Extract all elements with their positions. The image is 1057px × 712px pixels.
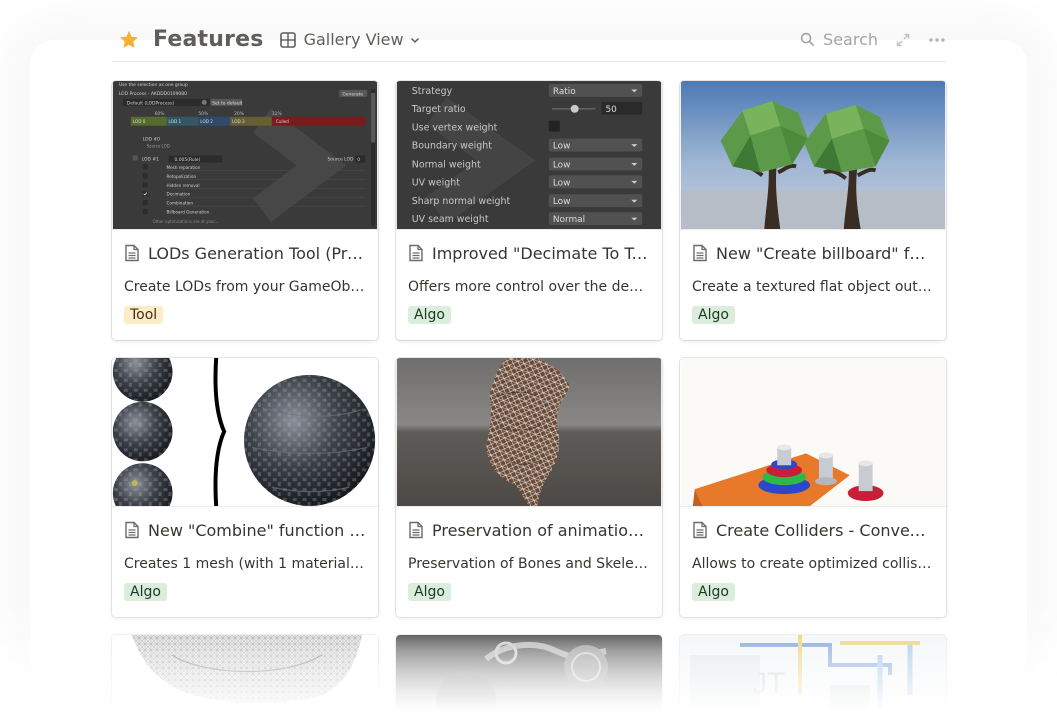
card-title: New "Combine" function in ...: [148, 520, 366, 540]
card-title: Improved "Decimate To Targ...: [432, 243, 650, 263]
expand-icon[interactable]: [894, 31, 912, 49]
thumb1-percent-2: 20%: [234, 111, 244, 117]
thumb1-step-4: Combination: [167, 201, 194, 206]
thumb2-value-strategy: Ratio: [553, 87, 576, 97]
card-description: Offers more control over the decimat...: [408, 279, 662, 295]
thumb1-source-lod-label: Source LOD: [327, 156, 354, 162]
card-description: Allows to create optimized collision ...: [692, 556, 946, 572]
jt-scene-thumbnail: JT: [680, 635, 946, 712]
thumb2-label-sharp-normal: Sharp normal weight: [412, 196, 511, 207]
search-button[interactable]: Search: [800, 30, 878, 49]
card-description: Create a textured flat object out of a .…: [692, 279, 946, 295]
thumb1-footer: Other optimizations are at your...: [153, 219, 219, 224]
thumb2-label-uv-seam: UV seam weight: [412, 214, 489, 225]
thumb1-percent-3: 11%: [272, 111, 282, 117]
card-title: LODs Generation Tool (Previ...: [148, 243, 366, 263]
card-description: Create LODs from your GameObjects ...: [124, 279, 378, 295]
thumb1-generate-label: Generate: [342, 91, 363, 97]
thumb2-value-sharp-normal: Low: [553, 197, 571, 207]
thumb1-lod1-label: LOD #1: [142, 156, 159, 162]
tag-algo: Algo: [692, 583, 735, 601]
thumb1-percent-0: 60%: [155, 111, 165, 117]
gallery-card-create-billboard[interactable]: New "Create billboard" func... Create a …: [680, 81, 946, 340]
more-options-icon[interactable]: [928, 31, 946, 49]
thumb1-lod-bar-0: LOD 0: [133, 119, 146, 124]
page-icon: [408, 244, 424, 262]
thumb1-step-1: Retopolization: [167, 174, 197, 179]
gallery-card-combine-function[interactable]: New "Combine" function in ... Creates 1 …: [112, 358, 378, 617]
thumb1-step-3: Decimation: [167, 192, 191, 197]
gallery-card-decimate-to-target[interactable]: Strategy Target ratio Use vertex weight …: [396, 81, 662, 340]
thumb1-step-2: Hidden removal: [167, 183, 200, 188]
tag-algo: Algo: [692, 306, 735, 324]
gallery-card-partial-3[interactable]: JT: [680, 635, 946, 712]
tag-algo: Algo: [124, 583, 167, 601]
thumb1-lod1-value: 0.005(Rule): [174, 157, 200, 163]
jt-logo-text: JT: [752, 667, 785, 700]
gallery-card-preservation-of-animations[interactable]: Preservation of animations ... Preservat…: [396, 358, 662, 617]
engine-render-thumbnail: [396, 635, 662, 712]
thumb1-lod-label: LOD #0: [143, 137, 160, 143]
thumb1-set-default-label: Set to default: [212, 100, 243, 106]
lods-tool-screenshot-thumbnail: Use the selection as one group LOD Proce…: [112, 81, 378, 230]
thumb1-lod-bar-1: LOD 1: [169, 119, 182, 124]
chevron-down-icon: [409, 34, 421, 46]
thumb2-label-normal-weight: Normal weight: [412, 159, 481, 170]
card-description: Preservation of Bones and Skeleton o...: [408, 556, 662, 572]
card-title: Create Colliders - Convex d...: [716, 520, 934, 540]
thumb2-value-normal: Low: [553, 160, 571, 170]
thumb1-step-0: Mesh reparation: [167, 165, 201, 170]
gallery-card-lods-generation-tool[interactable]: Use the selection as one group LOD Proce…: [112, 81, 378, 340]
view-switcher-label: Gallery View: [303, 30, 404, 49]
page-icon: [124, 244, 140, 262]
page-icon: [692, 521, 708, 539]
thumb2-value-uv-seam: Normal: [553, 215, 585, 225]
thumb2-label-target-ratio: Target ratio: [411, 104, 466, 115]
animated-mesh-thumbnail: [396, 358, 662, 507]
page-icon: [692, 244, 708, 262]
thumb2-label-vertex-weight: Use vertex weight: [412, 123, 498, 134]
combine-spheres-thumbnail: [112, 358, 378, 507]
gallery-card-partial-1[interactable]: [112, 635, 378, 712]
gallery-view-icon: [279, 31, 296, 48]
thumb1-lod-bar-2: LOD 2: [200, 119, 213, 124]
page-icon: [124, 521, 140, 539]
search-label: Search: [823, 30, 878, 49]
card-description: Creates 1 mesh (with 1 material + tex...: [124, 556, 378, 572]
mesh-torso-thumbnail: [112, 635, 378, 712]
thumb1-lod-bar-4: Culled: [276, 119, 289, 124]
tag-tool: Tool: [124, 306, 164, 324]
card-title: New "Create billboard" func...: [716, 243, 934, 263]
gallery-grid: Use the selection as one group LOD Proce…: [112, 81, 946, 712]
thumb2-value-uv: Low: [553, 178, 571, 188]
thumb2-value-target-ratio: 50: [605, 105, 617, 115]
thumb2-label-strategy: Strategy: [412, 86, 453, 97]
billboard-trees-thumbnail: [680, 81, 946, 230]
thumb1-default-label: Default (LODProcess): [127, 100, 175, 106]
tag-algo: Algo: [408, 306, 451, 324]
page-icon: [408, 521, 424, 539]
database-header: Features Gallery View Search: [112, 18, 946, 62]
thumb1-lod-bar-3: LOD 3: [232, 119, 245, 124]
thumb1-percent-1: 50%: [198, 111, 208, 117]
card-title: Preservation of animations ...: [432, 520, 650, 540]
gallery-card-create-colliders[interactable]: Create Colliders - Convex d... Allows to…: [680, 358, 946, 617]
gallery-card-partial-2[interactable]: [396, 635, 662, 712]
thumb1-source-label: Source LOD: [147, 144, 170, 149]
thumb1-process-label: LOD Process - AKDDD0109080: [119, 91, 187, 97]
page-title: Features: [153, 27, 264, 52]
view-switcher-button[interactable]: Gallery View: [279, 30, 421, 49]
tag-algo: Algo: [408, 583, 451, 601]
thumb2-value-boundary: Low: [553, 142, 571, 152]
decimate-settings-thumbnail: Strategy Target ratio Use vertex weight …: [396, 81, 662, 230]
thumb2-label-uv-weight: UV weight: [412, 177, 460, 188]
thumb1-source-lod-value: 0: [357, 157, 360, 163]
thumb1-step-5: Billboard Generation: [167, 210, 210, 215]
thumb2-label-boundary-weight: Boundary weight: [412, 141, 492, 152]
star-icon: [118, 29, 140, 51]
colliders-thumbnail: [680, 358, 946, 507]
search-icon: [800, 32, 815, 47]
thumb1-header-line: Use the selection as one group: [119, 82, 188, 88]
